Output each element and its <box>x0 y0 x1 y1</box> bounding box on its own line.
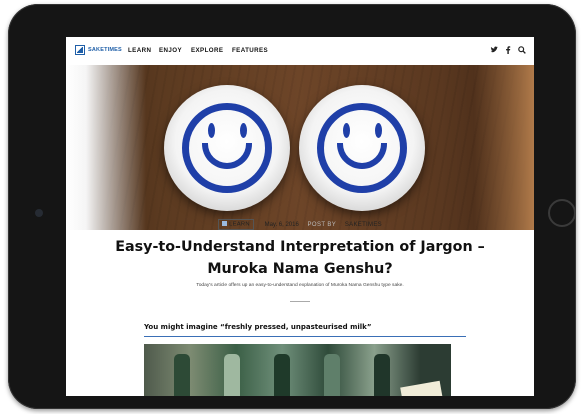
category-badge[interactable]: LEARN <box>218 219 254 230</box>
nav-item-explore[interactable]: EXPLORE <box>191 47 223 54</box>
post-date: May. 6, 2016 <box>264 221 299 228</box>
sake-bottles-image <box>144 344 451 396</box>
hero-image <box>66 65 534 230</box>
screen: SAKETIMES LEARN ENJOY EXPLORE FEATURES L… <box>66 37 534 396</box>
twitter-icon[interactable] <box>490 46 498 56</box>
article-meta: LEARN May. 6, 2016 POST BY SAKETIMES <box>66 219 534 230</box>
top-navbar: SAKETIMES LEARN ENJOY EXPLORE FEATURES <box>66 37 534 65</box>
facebook-icon[interactable] <box>505 46 511 56</box>
logo-icon <box>75 45 85 55</box>
site-logo[interactable]: SAKETIMES <box>75 45 122 55</box>
nav-item-learn[interactable]: LEARN <box>128 47 151 54</box>
nav-item-enjoy[interactable]: ENJOY <box>159 47 182 54</box>
author-name[interactable]: SAKETIMES <box>345 222 382 228</box>
search-icon[interactable] <box>518 46 526 56</box>
social-icons <box>490 46 526 56</box>
nav-item-features[interactable]: FEATURES <box>232 47 268 54</box>
tablet-frame: SAKETIMES LEARN ENJOY EXPLORE FEATURES L… <box>8 4 576 409</box>
smiley-cup-left <box>164 85 290 211</box>
home-button[interactable] <box>548 199 576 227</box>
section-heading: You might imagine “freshly pressed, unpa… <box>144 323 466 337</box>
category-icon <box>222 221 228 226</box>
post-by-label: POST BY <box>307 221 337 228</box>
camera-icon <box>35 209 43 217</box>
article-subtitle: Today's article offers up an easy-to-und… <box>196 283 404 288</box>
divider <box>290 301 310 302</box>
article-title: Easy-to-Understand Interpretation of Jar… <box>115 239 485 277</box>
smiley-cup-right <box>299 85 425 211</box>
logo-text: SAKETIMES <box>88 47 122 53</box>
